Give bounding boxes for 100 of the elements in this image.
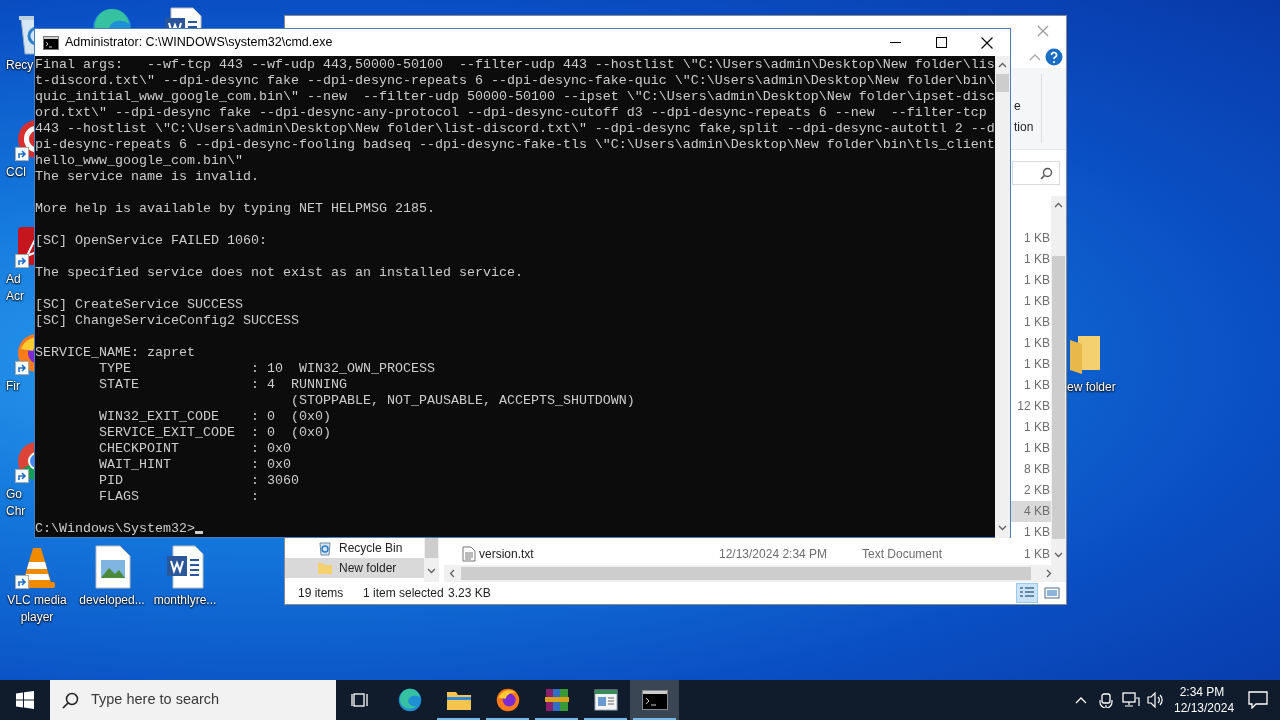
file-size[interactable]: 1 KB: [1011, 270, 1051, 292]
nav-item[interactable]: New folder: [285, 558, 424, 579]
file-size[interactable]: 1 KB: [1011, 312, 1051, 334]
word-document-icon[interactable]: [163, 6, 203, 29]
console-line: t-discord.txt\" --dpi-desync fake --dpi-desync-repeats 6 --dpi-desync-fake-quic \"C:\Users\admin\Desktop\New folder\bin\: [35, 73, 995, 88]
task-view-icon: [350, 691, 371, 709]
folder-icon: [445, 689, 472, 711]
close-icon: [1037, 25, 1049, 37]
file-size[interactable]: 4 KB: [1011, 501, 1051, 523]
icon-label: ew folder: [1066, 380, 1116, 395]
console-line: TYPE : 10 WIN32_OWN_PROCESS: [98, 361, 435, 376]
console-line: Final args: --wf-tcp 443 --wf-udp 443,50000-50100 --filter-udp 443 --hostlist \"C:\Users\admin\Desktop\New folder\lis: [35, 57, 995, 72]
volume-icon[interactable]: [1146, 692, 1165, 708]
icon-label: Recy: [5, 58, 34, 73]
notifications-icon[interactable]: [1248, 691, 1268, 709]
status-text: 3.23 KB: [448, 585, 491, 603]
icon-label: CCl: [5, 165, 26, 180]
status-text: 1 item selected: [363, 585, 445, 603]
folder-icon: [317, 560, 333, 577]
text-cursor: [194, 531, 203, 534]
console-line: pi-desync-repeats 6 --dpi-desync-fooling badseq --dpi-desync-fake-tls \"C:\Users\admin\Desktop\New folder\bin\tls_client: [35, 137, 995, 152]
file-size[interactable]: 2 KB: [1011, 480, 1051, 502]
preview-view-icon: [1044, 586, 1060, 601]
search-field[interactable]: [1012, 161, 1060, 186]
view-button[interactable]: [1016, 583, 1038, 604]
document-viewer-icon: [593, 689, 618, 711]
window-title: Administrator: C:\WINDOWS\system32\cmd.exe: [65, 34, 334, 52]
file-size[interactable]: 12 KB: [1011, 396, 1051, 418]
console-line: [SC] ChangeServiceConfig2 SUCCESS: [35, 313, 299, 328]
console-line: ord.txt\" --dpi-desync fake --dpi-desync-any-protocol --dpi-desync-cutoff d3 --dpi-desync-repeats 6 --new --filter-tcp: [35, 105, 987, 120]
search-icon: [62, 691, 79, 709]
console-line: 443 --hostlist \"C:\Users\admin\Desktop\New folder\list-discord.txt\" --dpi-desync fake,split --dpi-desync-autottl 2 --d: [35, 121, 995, 136]
console-line: The specified service does not exist as an installed service.: [35, 265, 523, 280]
folder-icon[interactable]: [1068, 334, 1102, 374]
icon-label: Ad: [5, 272, 21, 287]
network-icon[interactable]: [1121, 692, 1140, 708]
console-line: hello_www_google_com.bin\": [35, 153, 243, 168]
file-size[interactable]: 1 KB: [1011, 228, 1051, 250]
console-line: [SC] OpenService FAILED 1060:: [35, 233, 267, 248]
archive-books-icon: [544, 687, 569, 713]
console-line: WIN32_EXIT_CODE : 0 (0x0): [98, 409, 331, 424]
icon-label: Go: [5, 487, 22, 502]
icon-label: developed...: [79, 593, 145, 608]
file-size: 1 KB: [1023, 545, 1051, 563]
file-size[interactable]: 1 KB: [1011, 333, 1051, 355]
text-file-icon: [462, 545, 476, 562]
command-prompt[interactable]: C:\Windows\System32>: [35, 521, 195, 536]
help-icon[interactable]: [1045, 48, 1063, 66]
scrollbar[interactable]: [424, 538, 439, 583]
image-file-icon[interactable]: [92, 544, 132, 590]
console-line: The service name is invalid.: [35, 169, 259, 184]
icon-label: VLC media: [7, 593, 67, 608]
maximize-icon: [935, 37, 947, 48]
firefox-icon: [494, 687, 521, 713]
icon-label: Fir: [5, 379, 20, 394]
clock-time: 2:34 PM: [1178, 684, 1226, 700]
console-line: PID : 3060: [98, 473, 299, 488]
recycle-bin-icon: [317, 540, 333, 557]
console-line: quic_initial_www_google_com.bin\" --new --filter-udp 50000-50100 --ipset \"C:\Users\admin\Desktop\New folder\ipset-disc: [35, 89, 995, 104]
console-line: STATE : 4 RUNNING: [98, 377, 347, 392]
console-line: More help is available by typing NET HELPMSG 2185.: [35, 201, 435, 216]
search-placeholder: Type here to search: [91, 690, 220, 710]
edge-icon: [396, 687, 423, 713]
console-line: (STOPPABLE, NOT_PAUSABLE, ACCEPTS_SHUTDOWN): [289, 393, 635, 408]
icon-label: Chr: [5, 504, 26, 519]
search-icon: [1040, 166, 1053, 180]
console-line: SERVICE_EXIT_CODE : 0 (0x0): [98, 425, 331, 440]
console-line: CHECKPOINT : 0x0: [98, 441, 291, 456]
file-name: version.txt: [479, 545, 535, 563]
taskbar-app[interactable]: [630, 680, 679, 720]
ribbon-label[interactable]: tion: [1014, 117, 1041, 138]
word-document-icon[interactable]: [165, 544, 205, 590]
console-line: WAIT_HINT : 0x0: [98, 457, 291, 472]
file-size[interactable]: 1 KB: [1011, 438, 1051, 460]
icon-label: Acr: [5, 289, 24, 304]
nav-item[interactable]: Recycle Bin: [285, 538, 424, 559]
status-text: 19 items: [298, 585, 345, 603]
file-type: Text Document: [862, 545, 944, 563]
file-size[interactable]: 1 KB: [1011, 522, 1051, 544]
show-hidden-icons-icon[interactable]: [1074, 696, 1087, 704]
file-size[interactable]: 1 KB: [1011, 249, 1051, 271]
file-size[interactable]: 1 KB: [1011, 291, 1051, 313]
windows-logo-icon: [15, 691, 34, 709]
icon-label: monthlyre...: [153, 593, 217, 608]
console-line: SERVICE_NAME: zapret: [35, 345, 195, 360]
file-size[interactable]: 1 KB: [1011, 417, 1051, 439]
file-date: 12/13/2024 2:34 PM: [719, 545, 829, 563]
icon-label: player: [20, 610, 54, 625]
file-size[interactable]: 1 KB: [1011, 354, 1051, 376]
console-icon: [43, 35, 59, 50]
console-icon: [641, 690, 668, 710]
device-icon[interactable]: [1097, 692, 1114, 708]
console-line: FLAGS :: [98, 489, 259, 504]
console-line: [SC] CreateService SUCCESS: [35, 297, 243, 312]
file-size[interactable]: 8 KB: [1011, 459, 1051, 481]
search-field[interactable]: Type here to search: [50, 680, 336, 720]
file-size[interactable]: 1 KB: [1011, 375, 1051, 397]
ribbon-label[interactable]: e: [1014, 96, 1041, 117]
close-icon: [981, 36, 993, 49]
file-row[interactable]: version.txt 12/13/2024 2:34 PM Text Document 1 KB: [444, 543, 1051, 565]
